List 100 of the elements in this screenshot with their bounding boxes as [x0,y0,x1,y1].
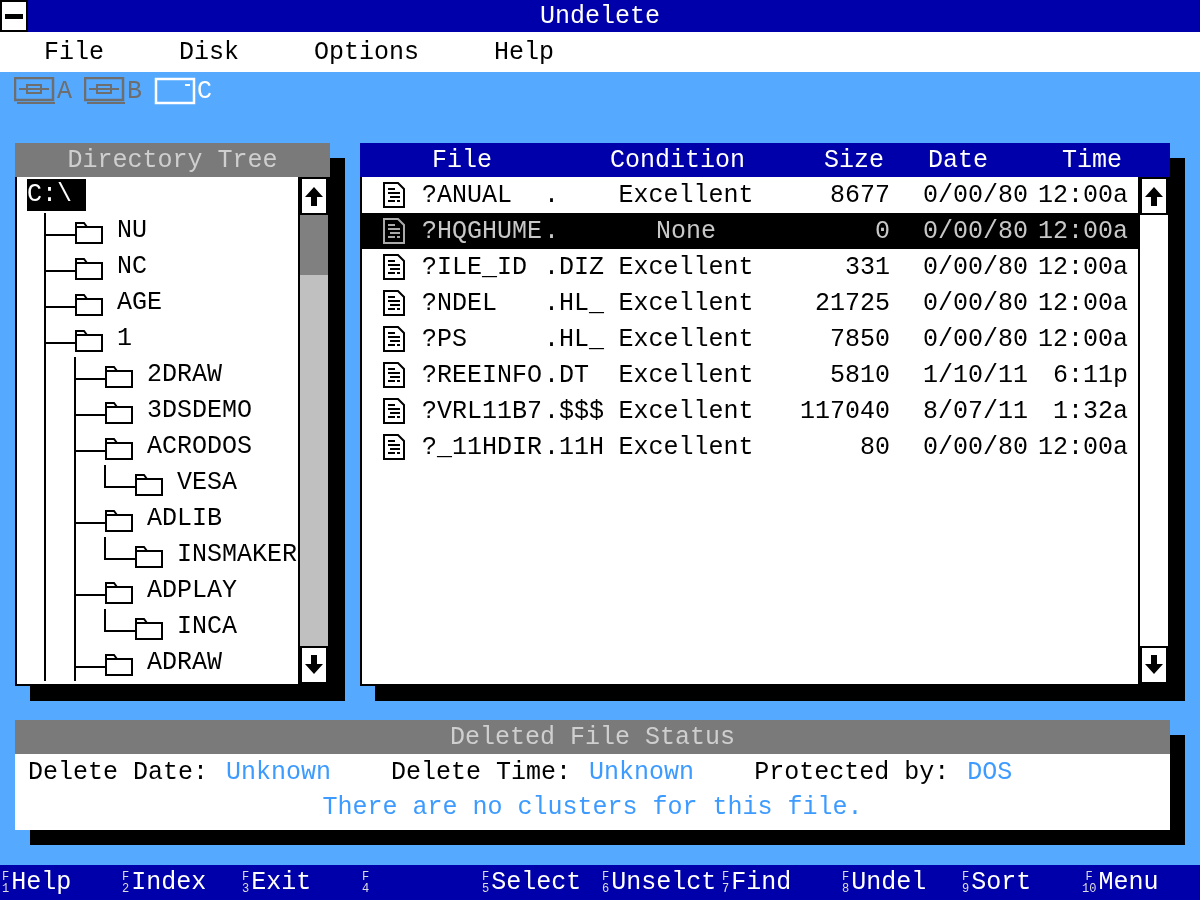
file-size: 5810 [829,360,890,390]
file-time: 12:00a [1037,180,1128,210]
folder-name[interactable]: ADRAW [147,647,222,679]
file-size: 8677 [829,180,890,210]
file-row[interactable]: ?REEINFO.DT Excellent 5810 1/10/11 6:11p [362,357,1138,393]
file-time: 12:00a [1037,252,1128,282]
folder-icon [75,294,103,316]
column-header[interactable]: Size [750,145,884,175]
file-date: 8/07/11 [921,396,1028,426]
folder-icon [75,330,103,352]
folder-icon [135,546,163,568]
file-extension: .DT [544,360,590,390]
menu-item[interactable]: File [44,37,104,67]
file-time: 12:00a [1037,432,1128,462]
menu-item[interactable]: Disk [179,37,240,67]
file-row[interactable]: ?PS .HL_ Excellent 7850 0/00/80 12:00a [362,321,1138,357]
floppy-drive-icon [84,77,126,105]
file-name: ?HQGHUME [422,216,544,246]
document-icon [381,181,407,209]
file-date: 0/00/80 [921,216,1028,246]
menu-item[interactable]: Options [314,37,420,67]
file-condition: Excellent [617,360,755,390]
file-time: 12:00a [1037,216,1128,246]
file-date: 1/10/11 [921,360,1028,390]
scrollbar[interactable] [298,177,328,684]
file-name: ?PS [422,324,468,354]
file-condition: Excellent [617,252,755,282]
folder-name[interactable]: NU [117,215,147,247]
file-row[interactable]: ?_11HDIR.11H Excellent 80 0/00/80 12:00a [362,429,1138,465]
hard-drive-icon [154,77,197,105]
field-value: Unknown [589,757,695,787]
scroll-thumb[interactable] [300,215,328,275]
folder-icon [135,474,163,496]
file-time: 12:00a [1037,288,1128,318]
floppy-drive-icon [14,77,56,105]
folder-name[interactable]: 3DSDEMO [147,395,253,427]
folder-name[interactable]: 2DRAW [147,359,222,391]
file-date: 0/00/80 [921,180,1028,210]
tree-connector [44,249,75,285]
scroll-up-icon[interactable] [300,177,328,215]
folder-icon [75,222,103,244]
scrollbar[interactable] [1138,177,1168,684]
status-message: There are no clusters for this file. [321,792,864,824]
control-menu-button[interactable] [0,0,28,32]
scroll-up-icon[interactable] [1140,177,1168,215]
folder-name[interactable]: ADPLAY [147,575,237,607]
tree-connector [44,393,105,429]
folder-name[interactable]: INSMAKER [177,539,298,571]
file-row[interactable]: ?HQGHUME. None 0 0/00/80 12:00a [362,213,1138,249]
folder-name[interactable]: C:\ [27,179,86,211]
column-header[interactable]: Date [884,145,1022,175]
folder-name[interactable]: AGE [117,287,162,319]
file-extension: . [544,216,560,246]
scroll-down-icon[interactable] [300,646,328,684]
menu-item[interactable]: Help [494,37,555,67]
file-condition: Excellent [617,396,755,426]
file-name: ?REEINFO [422,360,544,390]
file-name: ?ILE_ID [422,252,529,282]
file-condition: Excellent [617,324,755,354]
folder-icon [105,654,133,676]
file-row[interactable]: ?ILE_ID .DIZ Excellent 331 0/00/80 12:00a [362,249,1138,285]
file-date: 0/00/80 [921,252,1028,282]
tree-connector [44,285,75,321]
field-label: Delete Date: [28,757,209,787]
folder-name[interactable]: INCA [177,611,237,643]
file-size: 7850 [829,324,890,354]
file-extension: .HL_ [544,324,605,354]
folder-name[interactable]: ADLIB [147,503,222,535]
file-row[interactable]: ?NDEL .HL_ Excellent 21725 0/00/80 12:00a [362,285,1138,321]
document-icon [381,325,407,353]
file-row[interactable]: ?VRL11B7.$$$ Excellent 117040 8/07/11 1:32a [362,393,1138,429]
column-header[interactable]: Condition [610,145,750,175]
file-row[interactable]: ?ANUAL . Excellent 8677 0/00/80 12:00a [362,177,1138,213]
file-condition: None [655,216,717,246]
folder-name[interactable]: VESA [177,467,237,499]
folder-name[interactable]: NC [117,251,147,283]
file-time: 12:00a [1037,324,1128,354]
file-name: ?_11HDIR [422,432,544,462]
file-name: ?ANUAL [422,180,513,210]
file-name: ?VRL11B7 [422,396,544,426]
document-icon [381,433,407,461]
folder-name[interactable]: 1 [117,323,132,355]
file-size: 117040 [799,396,890,426]
function-key-button[interactable]: F4 [360,865,372,900]
column-header[interactable]: File [360,145,610,175]
column-header[interactable]: Time [1022,145,1122,175]
file-condition: Excellent [617,432,755,462]
file-condition: Excellent [617,288,755,318]
window-title: Undelete [540,1,660,31]
folder-icon [135,618,163,640]
scroll-down-icon[interactable] [1140,646,1168,684]
file-time: 1:32a [1052,396,1128,426]
file-extension: .$$$ [544,396,605,426]
file-extension: .HL_ [544,288,605,318]
file-size: 331 [844,252,890,282]
document-icon [381,397,407,425]
document-icon [381,289,407,317]
folder-name[interactable]: ACRODOS [147,431,253,463]
file-date: 0/00/80 [921,324,1028,354]
file-extension: .DIZ [544,252,605,282]
